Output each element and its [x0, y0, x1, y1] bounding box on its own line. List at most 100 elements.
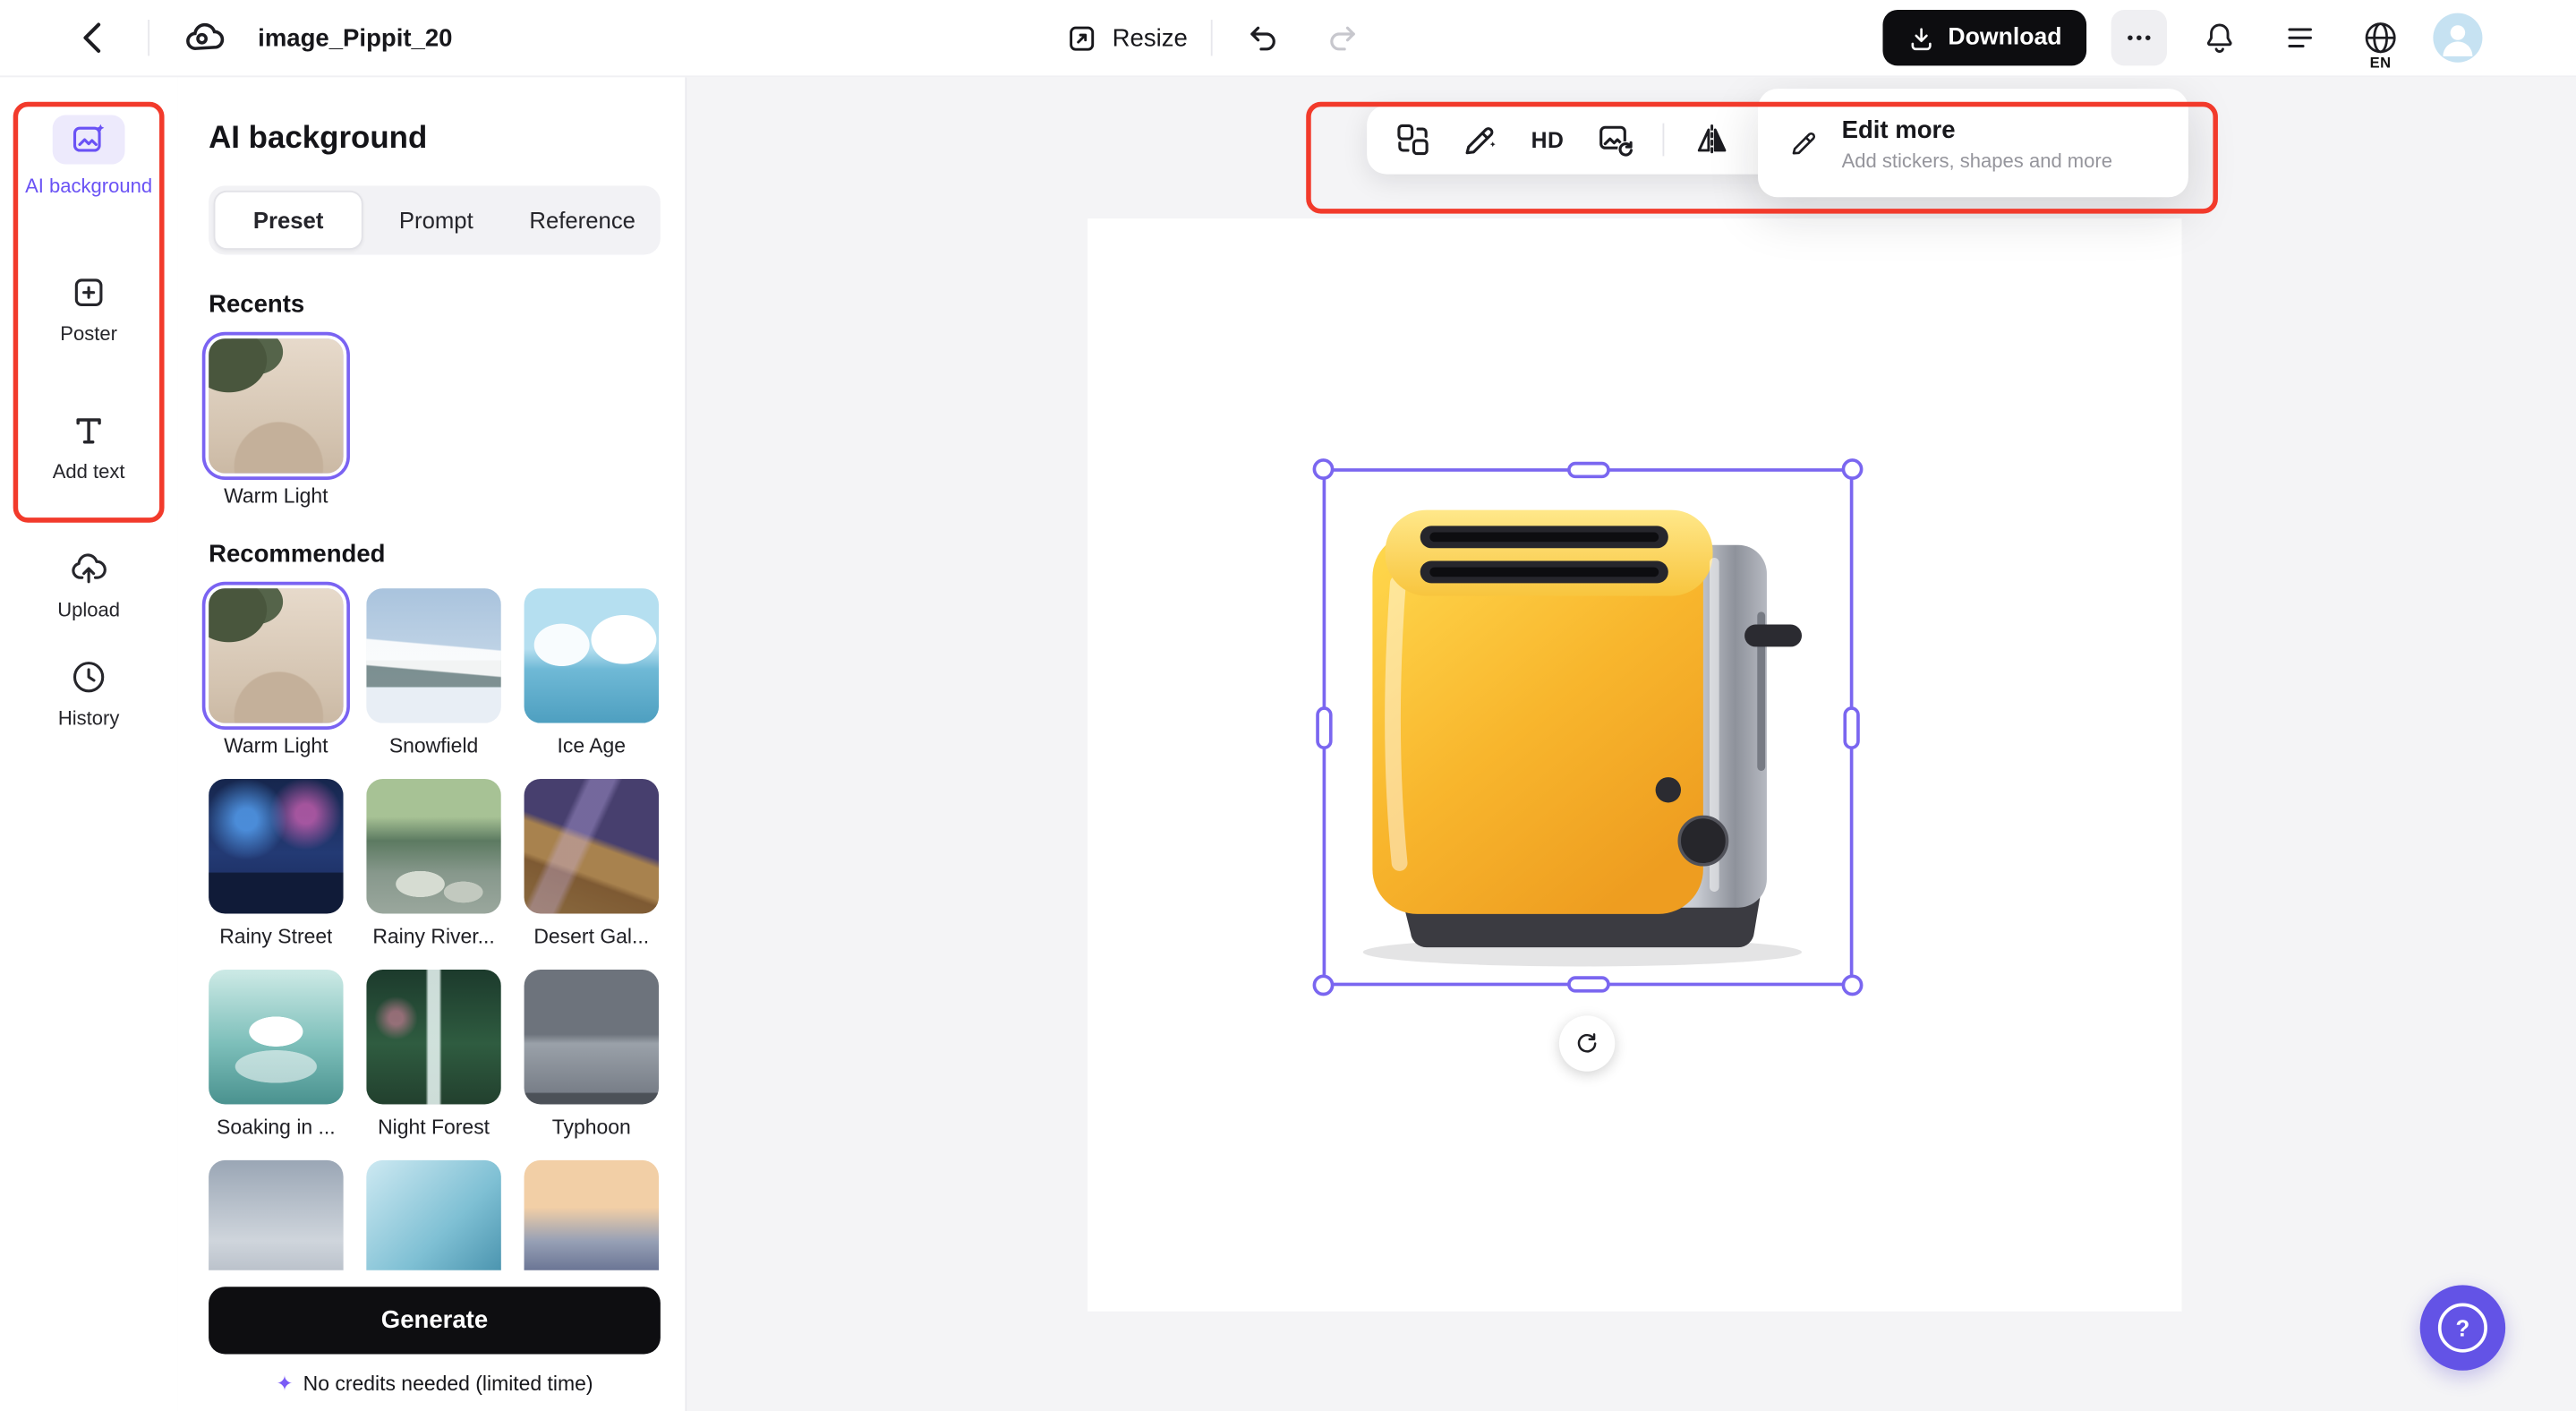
selection-handle-left[interactable]: [1316, 706, 1332, 748]
upload-icon: [69, 549, 108, 588]
topbar: image_Pippit_20 Resize Downloa: [0, 0, 2576, 77]
selection-handle-bottom-left[interactable]: [1313, 974, 1335, 996]
recommended-heading: Recommended: [209, 541, 659, 569]
replace-button[interactable]: [1394, 120, 1433, 159]
image-refresh-icon: [1595, 120, 1634, 159]
sidebar-item-label: AI background: [25, 175, 152, 200]
flip-horizontal-icon: [1693, 120, 1732, 159]
language-label: EN: [2368, 55, 2393, 71]
flip-button[interactable]: [1693, 120, 1732, 159]
download-button[interactable]: Download: [1882, 10, 2086, 65]
rotate-icon: [1573, 1029, 1602, 1058]
preset-label: Night Forest: [378, 1116, 490, 1139]
resize-icon: [1064, 21, 1099, 56]
download-icon: [1906, 24, 1934, 52]
toolbar-divider: [1663, 124, 1665, 157]
resize-button[interactable]: Resize: [1064, 21, 1187, 56]
edit-more-subtitle: Add stickers, shapes and more: [1842, 149, 2112, 172]
canvas-area: HD Edit more Add stickers, shapes and mo…: [687, 75, 2576, 1411]
sidebar-item-add-text[interactable]: Add text: [16, 411, 161, 485]
sidebar-item-history[interactable]: History: [16, 657, 161, 731]
selection-box[interactable]: [1323, 468, 1854, 986]
selection-handle-right[interactable]: [1843, 706, 1859, 748]
ai-background-panel: AI background Preset Prompt Reference Re…: [177, 75, 687, 1411]
poster-icon: [69, 273, 108, 312]
ai-background-icon: [53, 115, 125, 164]
eraser-button[interactable]: [1461, 120, 1500, 159]
preset-label: Rainy River...: [372, 925, 494, 948]
sidebar-item-label: Add text: [53, 460, 125, 485]
recent-warm-light[interactable]: [209, 338, 344, 474]
magic-pen-icon: [1461, 120, 1500, 159]
credits-text: No credits needed (limited time): [303, 1373, 593, 1396]
topbar-divider: [1211, 20, 1213, 56]
sidebar-item-ai-background[interactable]: AI background: [16, 115, 161, 199]
language-button[interactable]: EN: [2352, 10, 2408, 65]
preset-label: Warm Light: [224, 734, 328, 757]
download-label: Download: [1948, 25, 2061, 51]
question-icon: ?: [2438, 1304, 2487, 1353]
generate-button[interactable]: Generate: [209, 1287, 661, 1354]
panel-scroll-area[interactable]: AI background Preset Prompt Reference Re…: [177, 75, 685, 1270]
preset-soaking[interactable]: [209, 970, 344, 1105]
tab-prompt[interactable]: Prompt: [363, 191, 509, 250]
selection-handle-bottom[interactable]: [1566, 976, 1609, 992]
list-icon: [2282, 20, 2318, 56]
more-options-button[interactable]: [2111, 10, 2167, 65]
redo-icon: [1324, 20, 1360, 56]
chevron-left-icon: [74, 18, 114, 57]
preset-label: Desert Gal...: [533, 925, 649, 948]
sidebar-item-upload[interactable]: Upload: [16, 549, 161, 623]
preset-desert-galaxy[interactable]: [525, 779, 660, 914]
hd-label: HD: [1531, 127, 1565, 152]
regenerate-image-button[interactable]: [1595, 120, 1634, 159]
app-logo[interactable]: [175, 10, 231, 65]
preset-thumb-partial[interactable]: [366, 1160, 501, 1270]
selection-handle-top[interactable]: [1566, 462, 1609, 478]
edit-more-menu-item[interactable]: Edit more Add stickers, shapes and more: [1758, 89, 2188, 197]
sidebar-item-label: Upload: [57, 598, 120, 623]
document-title[interactable]: image_Pippit_20: [258, 24, 452, 52]
topbar-divider: [148, 20, 149, 56]
preset-label: Rainy Street: [219, 925, 332, 948]
undo-icon: [1245, 20, 1281, 56]
preset-warm-light[interactable]: [209, 588, 344, 723]
preset-thumb-partial[interactable]: [209, 1160, 344, 1270]
selection-handle-top-left[interactable]: [1313, 458, 1335, 480]
back-button[interactable]: [65, 10, 121, 65]
preset-snowfield[interactable]: [366, 588, 501, 723]
sidebar-item-poster[interactable]: Poster: [16, 273, 161, 347]
tab-reference[interactable]: Reference: [509, 191, 655, 250]
history-icon: [69, 657, 108, 697]
ellipsis-icon: [2122, 21, 2155, 55]
toaster-image[interactable]: [1327, 478, 1853, 971]
add-text-icon: [69, 411, 108, 450]
preset-label: Typhoon: [552, 1116, 631, 1139]
credits-note: ✦No credits needed (limited time): [209, 1371, 661, 1396]
preset-night-forest[interactable]: [366, 970, 501, 1105]
cloud-logo-icon: [183, 16, 226, 59]
sidebar: AI background Poster Add text Upload His…: [0, 75, 179, 1411]
notifications-button[interactable]: [2192, 10, 2248, 65]
replace-icon: [1394, 120, 1433, 159]
tasks-button[interactable]: [2272, 10, 2327, 65]
edit-pencil-icon: [1787, 126, 1821, 159]
sidebar-item-label: Poster: [60, 322, 117, 347]
undo-button[interactable]: [1235, 10, 1291, 65]
preset-rainy-river[interactable]: [366, 779, 501, 914]
preset-label: Ice Age: [557, 734, 626, 757]
redo-button[interactable]: [1314, 10, 1369, 65]
edit-more-title: Edit more: [1842, 115, 2112, 146]
avatar[interactable]: [2433, 13, 2482, 63]
help-button[interactable]: ?: [2420, 1285, 2505, 1370]
preset-ice-age[interactable]: [525, 588, 660, 723]
tab-preset[interactable]: Preset: [214, 191, 363, 250]
preset-rainy-street[interactable]: [209, 779, 344, 914]
selection-handle-top-right[interactable]: [1842, 458, 1864, 480]
hd-enhance-button[interactable]: HD: [1528, 120, 1567, 159]
preset-typhoon[interactable]: [525, 970, 660, 1105]
selection-handle-bottom-right[interactable]: [1842, 974, 1864, 996]
rotate-handle[interactable]: [1559, 1015, 1615, 1071]
recommended-grid: Warm Light Snowfield Ice Age Rainy Stree…: [209, 588, 659, 1270]
preset-thumb-partial[interactable]: [525, 1160, 660, 1270]
